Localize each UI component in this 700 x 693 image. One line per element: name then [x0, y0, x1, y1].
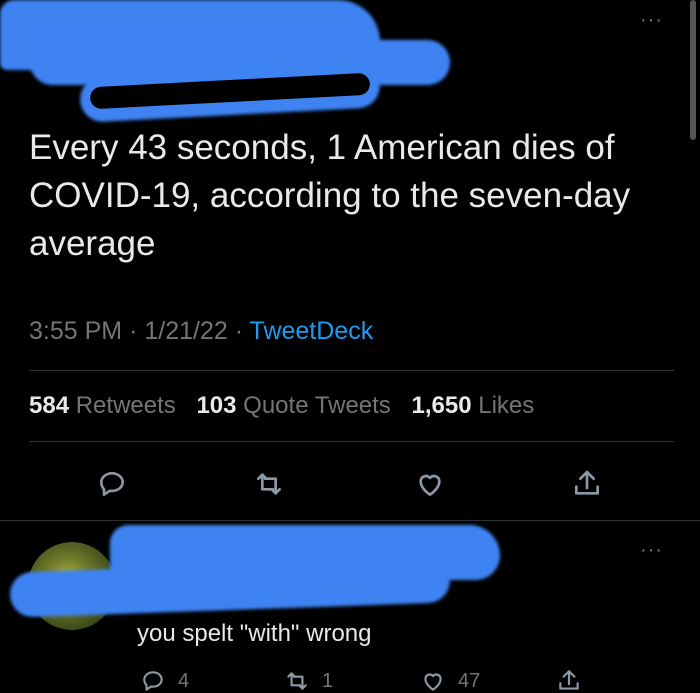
reply-share-button[interactable]: [556, 668, 594, 693]
tweet-metadata: 3:55 PM · 1/21/22 · TweetDeck: [29, 317, 373, 346]
retweet-count: 1: [322, 669, 334, 692]
reply-reply-button[interactable]: 4: [140, 668, 189, 693]
share-icon: [575, 470, 599, 495]
tweet-stats: 584 Retweets 103 Quote Tweets 1,650 Like…: [29, 392, 548, 420]
divider: [29, 370, 674, 371]
tweet-client-link[interactable]: TweetDeck: [250, 317, 374, 345]
reply-more-options-icon[interactable]: ···: [640, 540, 663, 560]
like-button[interactable]: [410, 464, 450, 504]
reply-count: 4: [178, 669, 190, 692]
share-icon: [559, 670, 579, 690]
quote-tweets-stat[interactable]: 103 Quote Tweets: [196, 392, 390, 419]
share-button[interactable]: [567, 464, 607, 504]
divider: [0, 520, 700, 521]
tweet-text: Every 43 seconds, 1 American dies of COV…: [29, 128, 631, 263]
reply-button[interactable]: [92, 464, 132, 504]
separator: ·: [234, 317, 244, 345]
retweets-stat[interactable]: 584 Retweets: [29, 392, 176, 419]
retweet-button[interactable]: [249, 464, 289, 504]
scrollbar[interactable]: [690, 0, 696, 140]
heart-icon: [419, 474, 441, 496]
reply-text: you spelt "with" wrong: [137, 620, 372, 647]
retweet-icon: [287, 672, 307, 690]
retweet-icon: [257, 473, 281, 495]
reply-icon: [100, 472, 124, 496]
like-count: 47: [458, 669, 481, 692]
reply-retweet-button[interactable]: 1: [284, 668, 333, 693]
heart-icon: [424, 673, 442, 691]
divider: [29, 441, 674, 442]
tweet-date[interactable]: 1/21/22: [144, 317, 227, 345]
separator: ·: [129, 317, 138, 345]
reply-like-button[interactable]: 47: [420, 668, 480, 693]
reply-icon: [143, 671, 163, 691]
more-options-icon[interactable]: ···: [640, 10, 663, 30]
likes-stat[interactable]: 1,650 Likes: [411, 392, 534, 419]
tweet-time: 3:55 PM: [29, 317, 123, 345]
